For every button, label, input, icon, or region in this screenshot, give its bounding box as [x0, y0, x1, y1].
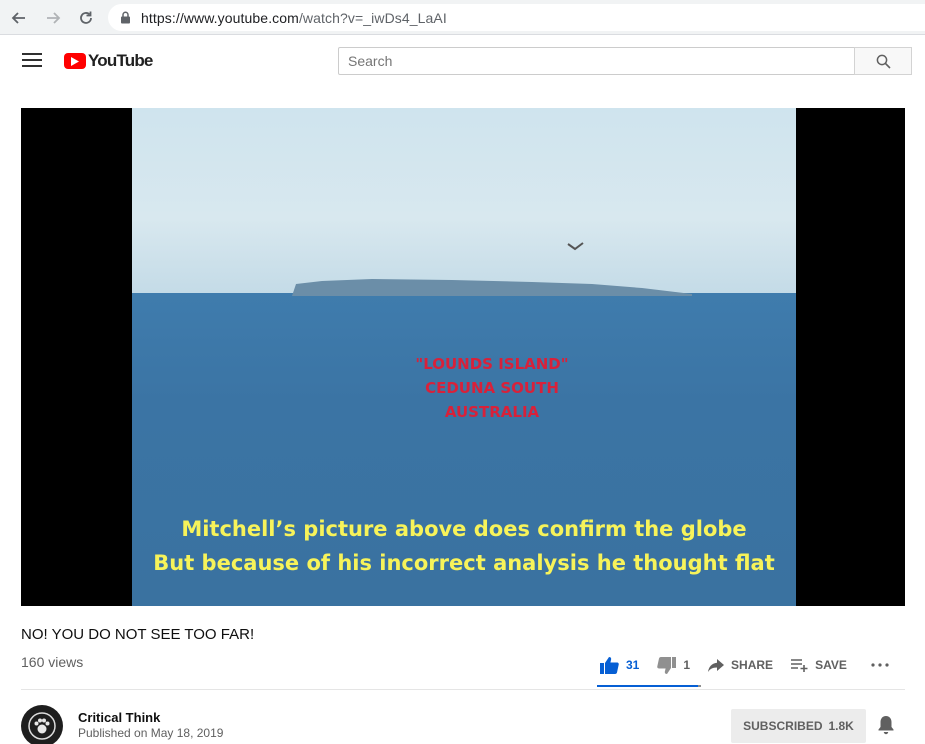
red-caption-line-2: CEDUNA SOUTH	[425, 379, 559, 397]
subscriber-count: 1.8K	[828, 719, 854, 733]
url-host: https://www.youtube.com	[141, 9, 299, 26]
forward-arrow-icon[interactable]	[43, 8, 63, 28]
red-caption-line-3: AUSTRALIA	[444, 403, 540, 421]
hamburger-menu-icon[interactable]	[22, 53, 42, 69]
view-count: 160 views	[21, 654, 84, 670]
thumbs-up-icon	[600, 656, 619, 674]
like-button[interactable]: 31	[600, 656, 640, 674]
like-dislike-ratio-bar	[597, 685, 701, 687]
video-title: NO! YOU DO NOT SEE TOO FAR!	[21, 626, 255, 643]
divider	[21, 689, 905, 690]
share-button[interactable]: SHARE	[708, 658, 773, 672]
red-caption: "LOUNDS ISLAND" CEDUNA SOUTH AUSTRALIA	[372, 352, 612, 424]
like-ratio-fill	[597, 685, 698, 687]
island-silhouette	[292, 279, 692, 296]
play-logo-icon	[64, 53, 86, 69]
yellow-caption: Mitchell’s picture above does confirm th…	[132, 512, 796, 580]
yellow-caption-line-2: But because of his incorrect analysis he…	[153, 551, 775, 575]
search-input[interactable]	[338, 47, 855, 75]
lock-icon	[120, 11, 131, 24]
channel-avatar[interactable]	[21, 705, 63, 744]
browser-toolbar: https://www.youtube.com/watch?v=_iwDs4_L…	[0, 0, 925, 35]
search-button[interactable]	[854, 47, 912, 75]
video-sky	[132, 108, 796, 293]
reload-icon[interactable]	[76, 8, 96, 28]
video-actions: 31 1 SHARE SAVE	[600, 652, 914, 678]
dislike-count: 1	[683, 658, 691, 672]
share-label: SHARE	[731, 658, 774, 672]
thumbs-down-icon	[657, 656, 677, 674]
subscribe-label: SUBSCRIBED	[743, 719, 823, 733]
url-path: /watch?v=_iwDs4_LaAI	[298, 9, 447, 26]
dislike-button[interactable]: 1	[657, 656, 691, 674]
red-caption-line-1: "LOUNDS ISLAND"	[415, 355, 569, 373]
publish-date: Published on May 18, 2019	[78, 726, 224, 740]
paw-logo-icon	[28, 712, 56, 740]
channel-name[interactable]: Critical Think	[78, 710, 160, 725]
address-bar[interactable]: https://www.youtube.com/watch?v=_iwDs4_L…	[108, 4, 925, 31]
save-label: SAVE	[815, 658, 847, 672]
youtube-header: YouTube	[0, 36, 925, 88]
yellow-caption-line-1: Mitchell’s picture above does confirm th…	[181, 517, 747, 541]
share-arrow-icon	[708, 658, 725, 672]
back-arrow-icon[interactable]	[9, 8, 29, 28]
youtube-logo[interactable]: YouTube	[64, 51, 153, 71]
playlist-add-icon	[791, 658, 808, 672]
search-icon	[876, 54, 891, 69]
video-frame: "LOUNDS ISLAND" CEDUNA SOUTH AUSTRALIA M…	[132, 108, 796, 606]
more-options-button[interactable]	[871, 663, 896, 667]
bird-icon	[567, 242, 584, 251]
subscribed-button[interactable]: SUBSCRIBED 1.8K	[731, 709, 866, 743]
more-dots-icon	[871, 663, 889, 667]
logo-wordmark: YouTube	[88, 51, 153, 70]
url-text: https://www.youtube.com/watch?v=_iwDs4_L…	[141, 10, 447, 26]
video-player[interactable]: "LOUNDS ISLAND" CEDUNA SOUTH AUSTRALIA M…	[21, 108, 905, 606]
notification-bell-icon[interactable]	[877, 715, 895, 740]
save-button[interactable]: SAVE	[791, 658, 847, 672]
like-count: 31	[626, 658, 640, 672]
